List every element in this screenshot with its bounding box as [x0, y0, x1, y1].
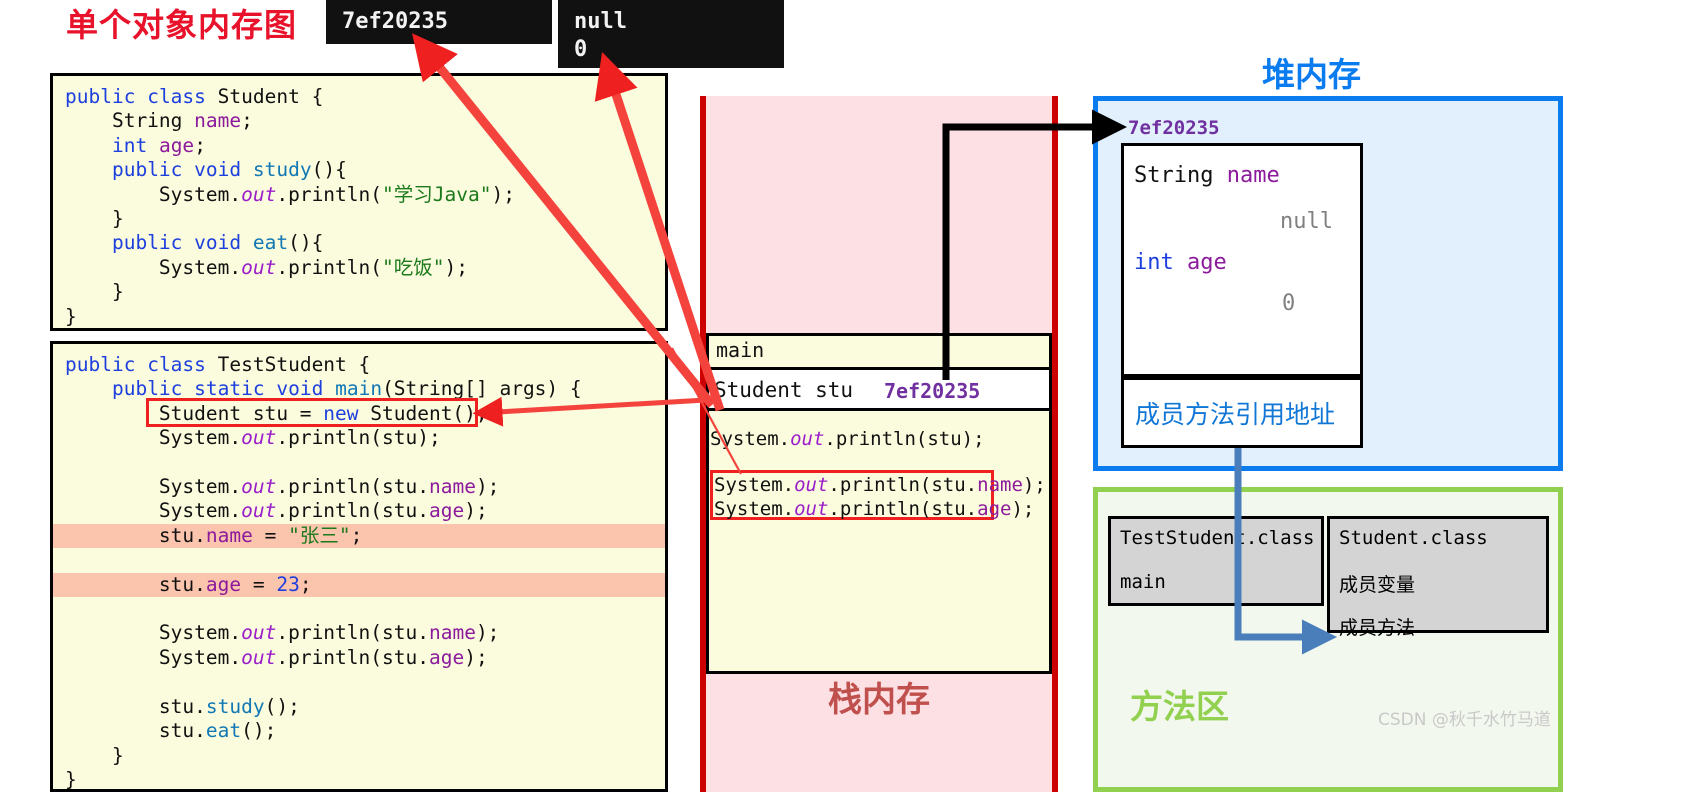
- heap-field-name-declaration: String name: [1134, 163, 1280, 188]
- memory-diagram-canvas: 单个对象内存图 7ef20235 null 0 public class Stud…: [0, 0, 1693, 792]
- stack-code-line-println-stu: System.out.println(stu);: [710, 428, 985, 450]
- stack-code-lines-fields: System.out.println(stu.name); System.out…: [714, 474, 1046, 520]
- heap-field-age-declaration: int age: [1134, 250, 1227, 275]
- heap-field-name-value: null: [1280, 209, 1333, 234]
- console-null-text: null: [574, 9, 627, 34]
- stack-frame-title: main: [716, 338, 765, 362]
- code-panel-student: public class Student { String name; int …: [50, 73, 668, 331]
- stack-variable-name: Student stu: [714, 378, 854, 402]
- class-card-student-member-variables: 成员变量: [1339, 574, 1416, 596]
- stack-variable-value: 7ef20235: [884, 379, 981, 403]
- heap-method-ref-label: 成员方法引用地址: [1135, 400, 1336, 429]
- console-address-text: 7ef20235: [342, 9, 448, 34]
- class-card-student-member-methods: 成员方法: [1339, 617, 1416, 639]
- code-highlight-box-new-student: [146, 398, 478, 427]
- class-card-teststudent-name: TestStudent.class: [1120, 527, 1315, 549]
- console-zero-text: 0: [574, 37, 588, 63]
- class-card-teststudent-member: main: [1120, 571, 1166, 593]
- method-area-label: 方法区: [1130, 687, 1229, 726]
- console-output-fields: null 0: [558, 0, 784, 68]
- stack-memory-label: 栈内存: [828, 680, 930, 720]
- page-title: 单个对象内存图: [66, 6, 298, 44]
- heap-object-address: 7ef20235: [1128, 117, 1220, 139]
- console-output-address: 7ef20235: [326, 0, 552, 44]
- heap-field-age-value: 0: [1282, 291, 1296, 316]
- heap-memory-label: 堆内存: [1262, 55, 1361, 94]
- watermark-text: CSDN @秋千水竹马道: [1378, 710, 1551, 730]
- class-card-student-name: Student.class: [1339, 527, 1488, 549]
